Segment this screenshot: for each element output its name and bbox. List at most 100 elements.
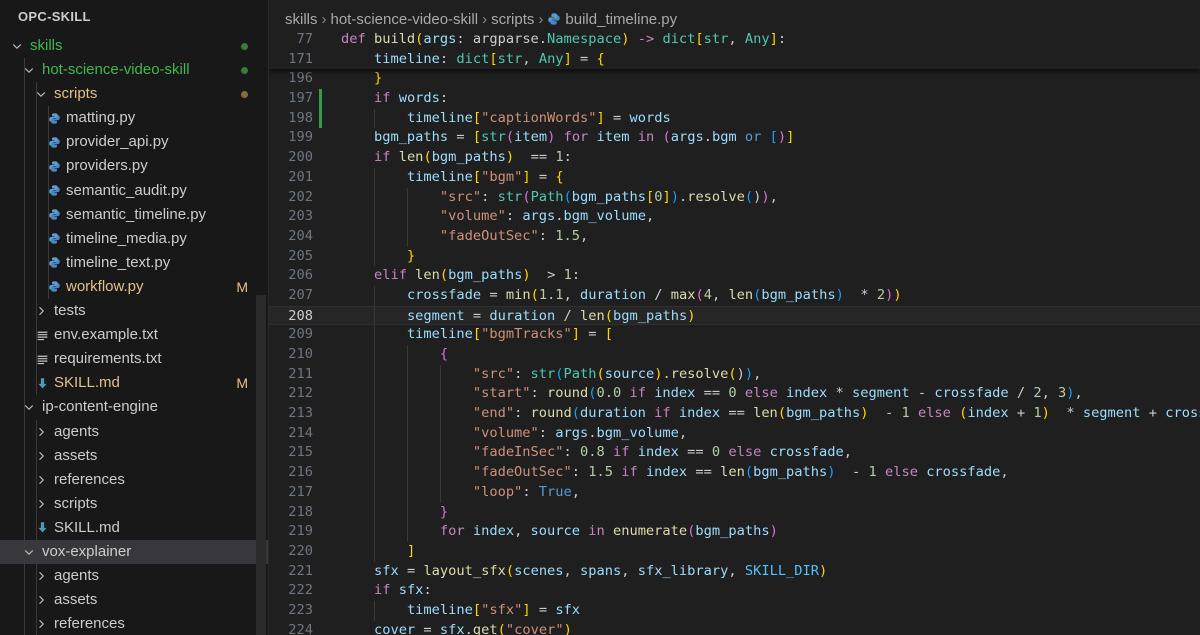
code-text: "loop": True, — [472, 483, 581, 500]
tree-item-label: references — [54, 470, 125, 488]
file-item[interactable]: provider_api.py — [0, 130, 268, 155]
folder-item[interactable]: scripts — [0, 491, 268, 516]
code-line[interactable]: 200 if len(bgm_paths) == 1: — [269, 148, 1200, 168]
code-line[interactable]: 221 sfx = layout_sfx(scenes, spans, sfx_… — [269, 562, 1200, 582]
folder-item[interactable]: hot-science-video-skill — [0, 58, 268, 83]
indent-guide — [24, 612, 25, 635]
chevron-right-icon[interactable] — [34, 420, 48, 444]
code-line[interactable]: 196 } — [269, 69, 1200, 89]
code-line[interactable]: 203 "volume": args.bgm_volume, — [269, 207, 1200, 227]
code-line[interactable]: 212 "start": round(0.0 if index == 0 els… — [269, 384, 1200, 405]
code-area[interactable]: 77 def build(args: argparse.Namespace) ->… — [269, 30, 1200, 635]
python-icon — [47, 154, 61, 178]
code-line[interactable]: 198 timeline["captionWords"] = words — [269, 108, 1200, 129]
chevron-right-icon[interactable] — [34, 468, 48, 492]
code-line[interactable]: 201 timeline["bgm"] = { — [269, 167, 1200, 188]
python-icon — [47, 106, 61, 130]
file-item[interactable]: env.example.txt — [0, 323, 268, 348]
code-line[interactable]: 218 } — [269, 502, 1200, 523]
chevron-down-icon[interactable] — [10, 34, 24, 58]
code-line[interactable]: 223 timeline["sfx"] = sfx — [269, 600, 1200, 621]
code-line[interactable]: 216 "fadeOutSec": 1.5 if index == len(bg… — [269, 463, 1200, 483]
git-status-badge: M — [236, 278, 248, 295]
code-line[interactable]: 224 cover = sfx.get("cover") — [269, 621, 1200, 635]
code-line[interactable]: 217 "loop": True, — [269, 482, 1200, 503]
folder-item[interactable]: vox-explainer — [0, 539, 268, 565]
file-item[interactable]: semantic_timeline.py — [0, 202, 268, 227]
code-line[interactable]: 208 segment = duration / len(bgm_paths) — [269, 305, 1200, 326]
chevron-right-icon[interactable] — [34, 588, 48, 612]
code-text: bgm_paths = [str(item) for item in (args… — [373, 129, 795, 146]
code-line[interactable]: 199 bgm_paths = [str(item) for item in (… — [269, 128, 1200, 148]
chevron-right-icon[interactable] — [34, 444, 48, 468]
git-change-indicator[interactable] — [319, 108, 322, 129]
code-line[interactable]: 209 timeline["bgmTracks"] = [ — [269, 325, 1200, 345]
sticky-scroll-line[interactable]: 77 def build(args: argparse.Namespace) ->… — [269, 30, 1200, 50]
file-item[interactable]: requirements.txt — [0, 347, 268, 372]
tree-item-label: agents — [54, 422, 100, 440]
code-editor[interactable]: skills › hot-science-video-skill › scripts › b… — [269, 0, 1200, 635]
code-line[interactable]: 204 "fadeOutSec": 1.5, — [269, 226, 1200, 247]
folder-item[interactable]: skills — [0, 34, 268, 58]
code-line[interactable]: 215 "fadeInSec": 0.8 if index == 0 else … — [269, 443, 1200, 464]
sticky-scroll-line[interactable]: 171 timeline: dict[str, Any] = { — [269, 49, 1200, 70]
chevron-down-icon[interactable] — [22, 395, 36, 419]
code-line[interactable]: 214 "volume": args.bgm_volume, — [269, 423, 1200, 444]
breadcrumb-item[interactable]: hot-science-video-skill — [331, 11, 479, 28]
file-item[interactable]: timeline_text.py — [0, 250, 268, 275]
code-line[interactable]: 211 "src": str(Path(source).resolve()), — [269, 364, 1200, 385]
chevron-right-icon[interactable] — [34, 492, 48, 516]
chevron-down-icon[interactable] — [22, 540, 36, 564]
git-status-dot — [241, 67, 248, 75]
indent-guide — [36, 274, 37, 300]
chevron-down-icon[interactable] — [22, 58, 36, 82]
code-line[interactable]: 207 crossfade = min(1.1, duration / max(… — [269, 285, 1200, 306]
line-number: 77 — [296, 31, 313, 47]
code-line[interactable]: 213 "end": round(duration if index == le… — [269, 404, 1200, 424]
folder-item[interactable]: agents — [0, 564, 268, 589]
code-line[interactable]: 219 for index, source in enumerate(bgm_p… — [269, 522, 1200, 542]
folder-item[interactable]: agents — [0, 419, 268, 444]
line-number: 221 — [288, 562, 313, 579]
folder-item[interactable]: references — [0, 612, 268, 635]
sidebar-scrollbar[interactable] — [256, 295, 266, 635]
file-item[interactable]: providers.py — [0, 154, 268, 179]
git-change-indicator[interactable] — [319, 89, 322, 109]
breadcrumb-item[interactable]: skills — [285, 11, 318, 28]
breadcrumb-item[interactable]: build_timeline.py — [565, 11, 677, 28]
indent-guide — [24, 130, 25, 155]
file-item[interactable]: SKILL.md — [0, 515, 268, 540]
code-line[interactable]: 205 } — [269, 246, 1200, 267]
folder-item[interactable]: assets — [0, 588, 268, 613]
file-item[interactable]: SKILL.md M — [0, 371, 268, 396]
indent-guide — [24, 515, 25, 540]
breadcrumb-item[interactable]: scripts — [491, 11, 534, 28]
indent-guide — [24, 467, 25, 492]
indent-guide — [24, 299, 25, 324]
code-line[interactable]: 220 ] — [269, 541, 1200, 562]
line-number: 213 — [288, 405, 313, 422]
line-number: 212 — [288, 385, 313, 402]
folder-item[interactable]: scripts — [0, 82, 268, 107]
tree-item-label: hot-science-video-skill — [42, 61, 190, 79]
chevron-right-icon[interactable] — [34, 612, 48, 635]
chevron-right-icon[interactable] — [34, 299, 48, 323]
code-line[interactable]: 210 { — [269, 345, 1200, 365]
code-line[interactable]: 202 "src": str(Path(bgm_paths[0]).resolv… — [269, 187, 1200, 208]
file-item[interactable]: timeline_media.py — [0, 226, 268, 251]
code-line[interactable]: 206 elif len(bgm_paths) > 1: — [269, 266, 1200, 286]
file-item[interactable]: workflow.py M — [0, 274, 268, 300]
folder-item[interactable]: assets — [0, 443, 268, 468]
folder-item[interactable]: references — [0, 467, 268, 492]
file-item[interactable]: semantic_audit.py — [0, 178, 268, 203]
code-text: { — [439, 346, 449, 362]
chevron-right-icon[interactable] — [34, 564, 48, 588]
folder-item[interactable]: tests — [0, 299, 268, 324]
code-line[interactable]: 222 if sfx: — [269, 581, 1200, 601]
chevron-down-icon[interactable] — [34, 82, 48, 106]
python-icon — [547, 2, 561, 25]
folder-item[interactable]: ip-content-engine — [0, 395, 268, 420]
code-line[interactable]: 197 if words: — [269, 89, 1200, 109]
file-item[interactable]: matting.py — [0, 106, 268, 131]
explorer-title[interactable]: OPC-SKILL — [0, 0, 268, 34]
